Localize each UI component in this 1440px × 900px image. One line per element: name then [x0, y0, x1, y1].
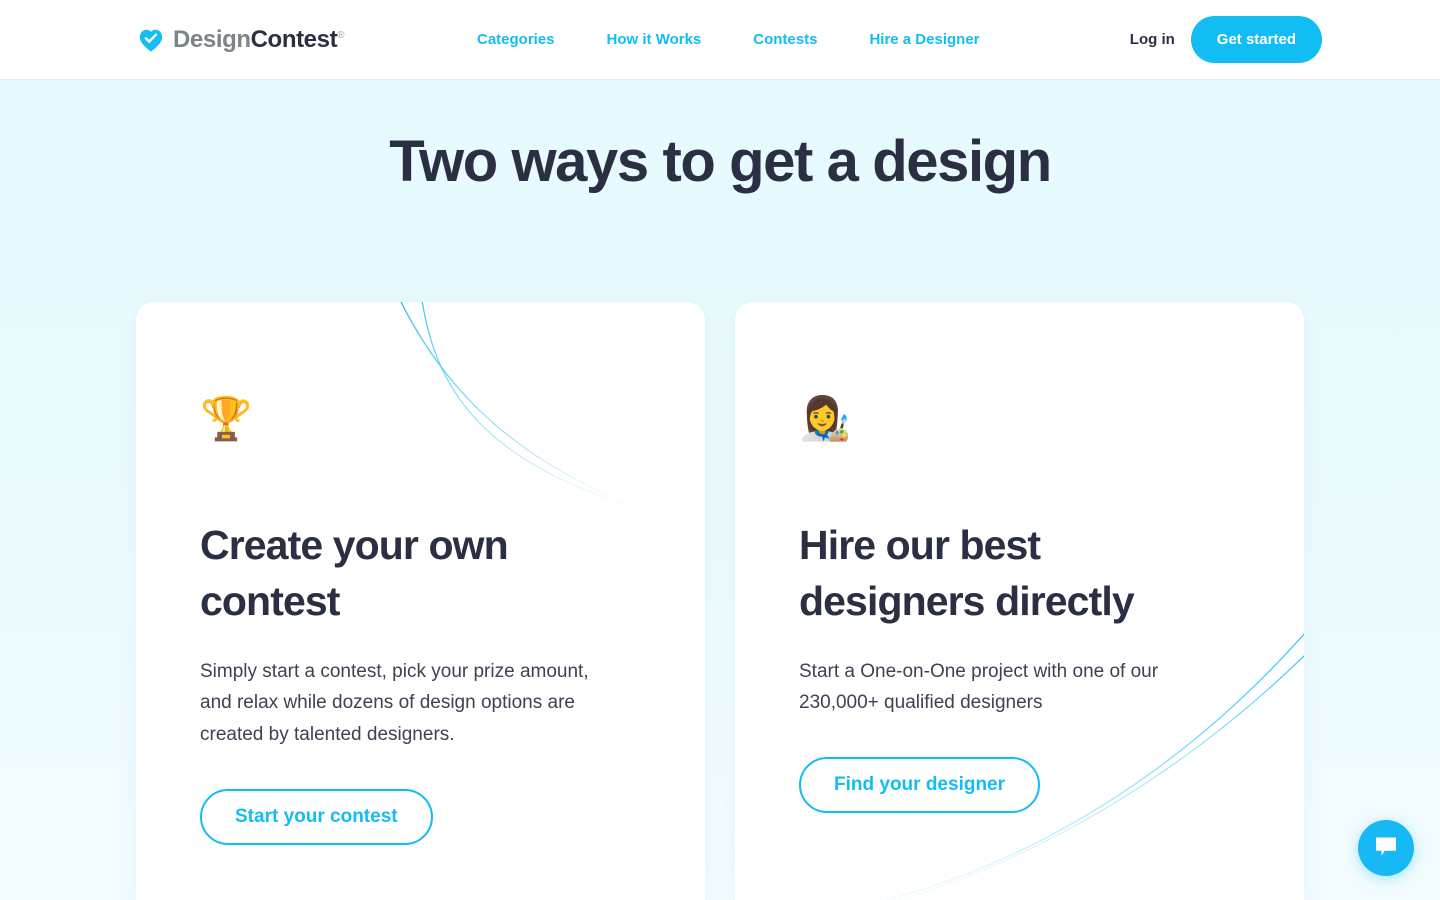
- card-hire-designers[interactable]: 👩‍🎨 Hire our best designers directly Sta…: [735, 302, 1304, 900]
- hero-section: Two ways to get a design 🏆 Create your o…: [0, 80, 1440, 900]
- nav-how-it-works[interactable]: How it Works: [607, 31, 702, 48]
- site-header: DesignContest® Categories How it Works C…: [0, 0, 1440, 80]
- chat-widget-button[interactable]: [1358, 820, 1414, 876]
- heart-check-icon: [138, 27, 164, 53]
- card-description: Simply start a contest, pick your prize …: [200, 660, 589, 746]
- header-actions: Log in Get started: [1130, 16, 1322, 63]
- login-link[interactable]: Log in: [1130, 31, 1175, 48]
- card-create-contest[interactable]: 🏆 Create your own contest Simply start a…: [136, 302, 705, 900]
- site-logo[interactable]: DesignContest®: [138, 25, 345, 53]
- get-started-button[interactable]: Get started: [1190, 16, 1322, 63]
- chat-bubble-icon: [1374, 836, 1398, 861]
- nav-contests[interactable]: Contests: [753, 31, 817, 48]
- trophy-emoji: 🏆: [200, 395, 253, 442]
- nav-hire-a-designer[interactable]: Hire a Designer: [869, 31, 979, 48]
- logo-text-contest: Contest: [250, 25, 338, 53]
- card-title: Create your own contest: [200, 522, 509, 624]
- start-your-contest-button[interactable]: Start your contest: [200, 789, 433, 846]
- cards-container: 🏆 Create your own contest Simply start a…: [136, 302, 1304, 900]
- logo-wordmark: DesignContest®: [173, 25, 345, 53]
- logo-text-design: Design: [173, 25, 251, 53]
- artist-emoji: 👩‍🎨: [799, 395, 852, 442]
- find-your-designer-button[interactable]: Find your designer: [799, 757, 1041, 814]
- card-description: Start a One-on-One project with one of o…: [799, 660, 1159, 714]
- logo-registered-mark: ®: [337, 29, 345, 41]
- page-title: Two ways to get a design: [389, 129, 1052, 194]
- nav-categories[interactable]: Categories: [477, 31, 555, 48]
- card-title: Hire our best designers directly: [799, 522, 1135, 624]
- main-navigation: Categories How it Works Contests Hire a …: [477, 31, 980, 48]
